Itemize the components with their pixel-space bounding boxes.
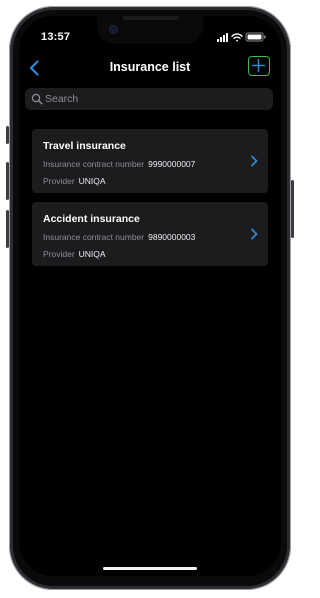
- contract-number-value: 9990000007: [148, 159, 196, 169]
- volume-up-button: [6, 162, 9, 200]
- chevron-right-icon: [251, 228, 258, 240]
- provider-row: Provider UNIQA: [43, 176, 106, 186]
- camera-icon: [110, 26, 117, 33]
- plus-icon: [251, 58, 266, 73]
- provider-value: UNIQA: [78, 249, 106, 259]
- chevron-right-icon: [251, 155, 258, 167]
- provider-row: Provider UNIQA: [43, 249, 106, 259]
- add-insurance-button[interactable]: [248, 56, 270, 76]
- insurance-card-accident[interactable]: Accident insurance Insurance contract nu…: [32, 202, 268, 266]
- speaker: [123, 16, 179, 20]
- battery-icon: [245, 32, 266, 42]
- insurance-title: Accident insurance: [43, 213, 140, 225]
- silent-switch: [6, 126, 9, 144]
- search-icon: [31, 93, 43, 105]
- notch: [97, 16, 203, 44]
- wifi-icon: [231, 33, 243, 42]
- status-icons: [217, 32, 267, 42]
- cellular-signal-icon: [217, 33, 228, 42]
- contract-number-value: 9890000003: [148, 232, 196, 242]
- provider-label: Provider: [43, 249, 75, 259]
- provider-value: UNIQA: [78, 176, 106, 186]
- contract-number-label: Insurance contract number: [43, 159, 145, 169]
- page-title: Insurance list: [109, 60, 191, 74]
- contract-number-label: Insurance contract number: [43, 232, 145, 242]
- insurance-title: Travel insurance: [43, 140, 126, 152]
- contract-number-row: Insurance contract number 9890000003: [43, 232, 195, 242]
- volume-down-button: [6, 210, 9, 248]
- power-button: [291, 180, 294, 238]
- insurance-card-travel[interactable]: Travel insurance Insurance contract numb…: [32, 129, 268, 193]
- home-indicator[interactable]: [103, 567, 197, 570]
- screen: 13:57 Insurance list Search Travel insur…: [19, 16, 281, 576]
- search-input[interactable]: [45, 90, 265, 108]
- status-time: 13:57: [41, 31, 71, 43]
- status-indicators: [217, 32, 266, 42]
- search-bar[interactable]: [25, 88, 273, 110]
- provider-label: Provider: [43, 176, 75, 186]
- contract-number-row: Insurance contract number 9990000007: [43, 159, 195, 169]
